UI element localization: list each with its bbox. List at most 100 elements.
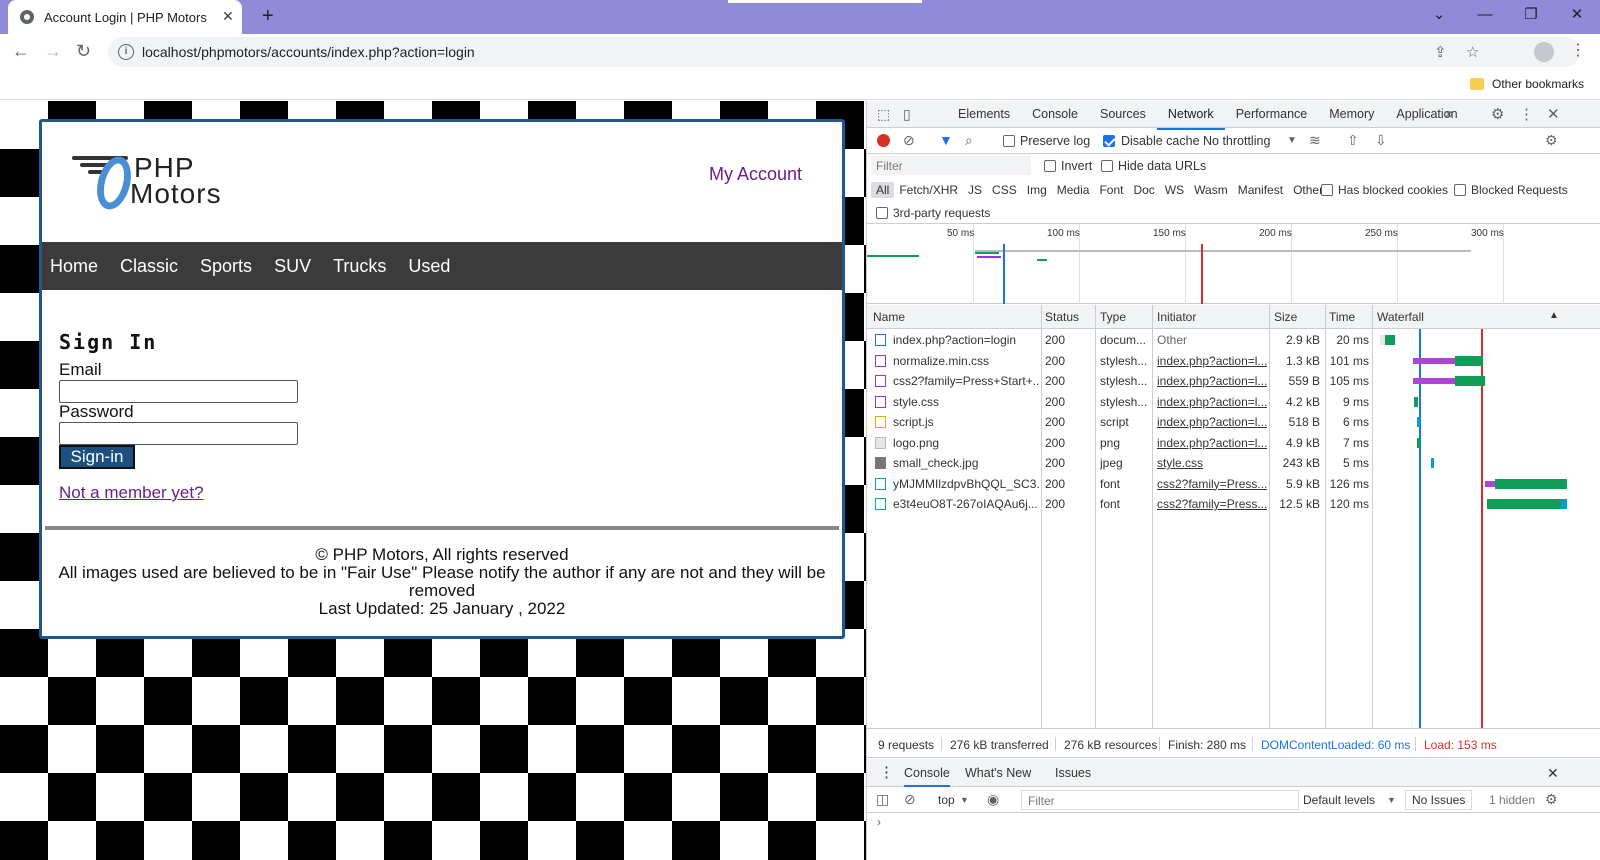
type-js[interactable]: JS bbox=[963, 182, 987, 198]
blocked-requests-checkbox[interactable] bbox=[1454, 184, 1466, 196]
default-levels-select[interactable]: Default levels bbox=[1303, 793, 1375, 807]
close-window-button[interactable]: ✕ bbox=[1554, 0, 1600, 34]
drawer-tab-whats-new[interactable]: What's New bbox=[965, 766, 1031, 780]
row-initiator[interactable]: index.php?action=l... bbox=[1157, 395, 1267, 409]
table-row[interactable]: normalize.min.css 200 stylesh... index.p… bbox=[867, 351, 1600, 372]
col-initiator[interactable]: Initiator bbox=[1157, 310, 1196, 324]
row-initiator[interactable]: css2?family=Press... bbox=[1157, 477, 1267, 491]
live-expression-eye-icon[interactable]: ◉ bbox=[987, 791, 999, 808]
more-tabs-icon[interactable]: » bbox=[1445, 105, 1453, 122]
type-fetch[interactable]: Fetch/XHR bbox=[894, 182, 963, 198]
type-img[interactable]: Img bbox=[1022, 182, 1052, 198]
type-wasm[interactable]: Wasm bbox=[1189, 182, 1233, 198]
tab-memory[interactable]: Memory bbox=[1318, 101, 1385, 130]
network-settings-icon[interactable]: ⚙ bbox=[1545, 132, 1558, 149]
col-status[interactable]: Status bbox=[1045, 310, 1079, 324]
url-text[interactable]: localhost/phpmotors/accounts/index.php?a… bbox=[142, 44, 475, 60]
new-tab-button[interactable]: + bbox=[262, 5, 274, 28]
browser-tab[interactable]: Account Login | PHP Motors ✕ bbox=[8, 0, 242, 34]
minimize-button[interactable]: — bbox=[1462, 0, 1508, 34]
record-icon[interactable] bbox=[877, 134, 890, 147]
network-overview[interactable]: 50 ms 100 ms 150 ms 200 ms 250 ms 300 ms bbox=[867, 224, 1600, 304]
invert-checkbox[interactable] bbox=[1044, 160, 1056, 172]
console-filter-input[interactable]: Filter bbox=[1021, 790, 1299, 810]
settings-gear-icon[interactable]: ⚙ bbox=[1491, 105, 1504, 123]
table-row[interactable]: yMJMMIlzdpvBhQQL_SC3... 200 font css2?fa… bbox=[867, 474, 1600, 495]
col-type[interactable]: Type bbox=[1100, 310, 1126, 324]
row-initiator[interactable]: style.css bbox=[1157, 456, 1267, 470]
type-css[interactable]: CSS bbox=[987, 182, 1022, 198]
tab-sources[interactable]: Sources bbox=[1089, 101, 1157, 130]
type-manifest[interactable]: Manifest bbox=[1233, 182, 1288, 198]
bookmark-star-icon[interactable]: ☆ bbox=[1466, 43, 1479, 61]
restore-button[interactable]: ❐ bbox=[1508, 0, 1554, 34]
nav-sports[interactable]: Sports bbox=[200, 242, 252, 290]
table-row[interactable]: index.php?action=login 200 docum... Othe… bbox=[867, 330, 1600, 351]
register-link[interactable]: Not a member yet? bbox=[59, 483, 204, 503]
row-initiator[interactable]: index.php?action=l... bbox=[1157, 436, 1267, 450]
table-row[interactable]: small_check.jpg 200 jpeg style.css 243 k… bbox=[867, 453, 1600, 474]
filter-icon[interactable]: ▼ bbox=[939, 132, 953, 148]
hide-data-urls-checkbox[interactable] bbox=[1101, 160, 1113, 172]
sort-up-icon[interactable]: ▲ bbox=[1549, 310, 1559, 321]
close-tab-icon[interactable]: ✕ bbox=[222, 8, 234, 25]
filter-input[interactable]: Filter bbox=[871, 156, 1031, 175]
table-row[interactable]: style.css 200 stylesh... index.php?actio… bbox=[867, 392, 1600, 413]
tab-performance[interactable]: Performance bbox=[1225, 101, 1319, 130]
network-conditions-icon[interactable]: ≋ bbox=[1309, 132, 1321, 149]
my-account-link[interactable]: My Account bbox=[709, 164, 802, 185]
drawer-tab-issues[interactable]: Issues bbox=[1055, 766, 1091, 780]
nav-classic[interactable]: Classic bbox=[120, 242, 178, 290]
nav-trucks[interactable]: Trucks bbox=[333, 242, 386, 290]
address-bar[interactable]: i localhost/phpmotors/accounts/index.php… bbox=[108, 37, 1580, 67]
close-devtools-icon[interactable]: ✕ bbox=[1547, 105, 1560, 123]
row-initiator[interactable]: index.php?action=l... bbox=[1157, 374, 1267, 388]
clear-icon[interactable]: ⊘ bbox=[903, 132, 915, 149]
drawer-tab-console[interactable]: Console bbox=[904, 766, 950, 787]
console-settings-icon[interactable]: ⚙ bbox=[1545, 791, 1558, 808]
password-field[interactable] bbox=[59, 422, 298, 445]
table-row[interactable]: script.js 200 script index.php?action=l.… bbox=[867, 412, 1600, 433]
site-info-icon[interactable]: i bbox=[118, 44, 134, 60]
search-icon[interactable]: ⌕ bbox=[965, 132, 973, 149]
row-initiator[interactable]: index.php?action=l... bbox=[1157, 415, 1267, 429]
reload-icon[interactable]: ↻ bbox=[76, 41, 91, 62]
third-party-checkbox[interactable] bbox=[876, 207, 888, 219]
nav-suv[interactable]: SUV bbox=[274, 242, 311, 290]
site-logo[interactable]: PHP Motors bbox=[72, 150, 252, 214]
col-waterfall[interactable]: Waterfall bbox=[1377, 310, 1424, 324]
issues-button[interactable]: No Issues bbox=[1405, 790, 1473, 810]
type-font[interactable]: Font bbox=[1094, 182, 1128, 198]
throttling-select[interactable]: No throttling bbox=[1203, 134, 1270, 148]
drawer-menu-icon[interactable]: ⋮ bbox=[879, 763, 894, 781]
export-har-icon[interactable]: ⇩ bbox=[1375, 132, 1387, 149]
clear-console-icon[interactable]: ⊘ bbox=[904, 791, 916, 808]
share-icon[interactable]: ⇪ bbox=[1434, 43, 1447, 61]
console-prompt-icon[interactable]: › bbox=[877, 815, 881, 829]
col-time[interactable]: Time bbox=[1329, 310, 1355, 324]
type-ws[interactable]: WS bbox=[1160, 182, 1189, 198]
col-size[interactable]: Size bbox=[1274, 310, 1297, 324]
tab-elements[interactable]: Elements bbox=[947, 101, 1021, 130]
row-initiator[interactable]: index.php?action=l... bbox=[1157, 354, 1267, 368]
table-row[interactable]: logo.png 200 png index.php?action=l... 4… bbox=[867, 433, 1600, 454]
back-icon[interactable]: ← bbox=[12, 41, 30, 62]
more-options-icon[interactable]: ⋮ bbox=[1519, 105, 1534, 123]
preserve-log-checkbox[interactable] bbox=[1003, 135, 1015, 147]
import-har-icon[interactable]: ⇧ bbox=[1347, 132, 1359, 149]
nav-used[interactable]: Used bbox=[408, 242, 450, 290]
device-toolbar-icon[interactable]: ▯ bbox=[903, 106, 911, 123]
nav-home[interactable]: Home bbox=[50, 242, 98, 290]
tab-console[interactable]: Console bbox=[1021, 101, 1089, 130]
tab-network[interactable]: Network bbox=[1156, 101, 1225, 130]
type-all[interactable]: All bbox=[871, 182, 895, 198]
tab-application[interactable]: Application bbox=[1385, 101, 1468, 130]
sign-in-button[interactable]: Sign-in bbox=[59, 445, 135, 469]
table-row[interactable]: css2?family=Press+Start+... 200 stylesh.… bbox=[867, 371, 1600, 392]
tab-search-icon[interactable]: ⌄ bbox=[1416, 0, 1462, 34]
inspect-icon[interactable]: ⬚ bbox=[877, 106, 890, 123]
col-name[interactable]: Name bbox=[873, 310, 905, 324]
type-media[interactable]: Media bbox=[1052, 182, 1095, 198]
email-field[interactable] bbox=[59, 380, 298, 403]
forward-icon[interactable]: → bbox=[44, 41, 62, 62]
